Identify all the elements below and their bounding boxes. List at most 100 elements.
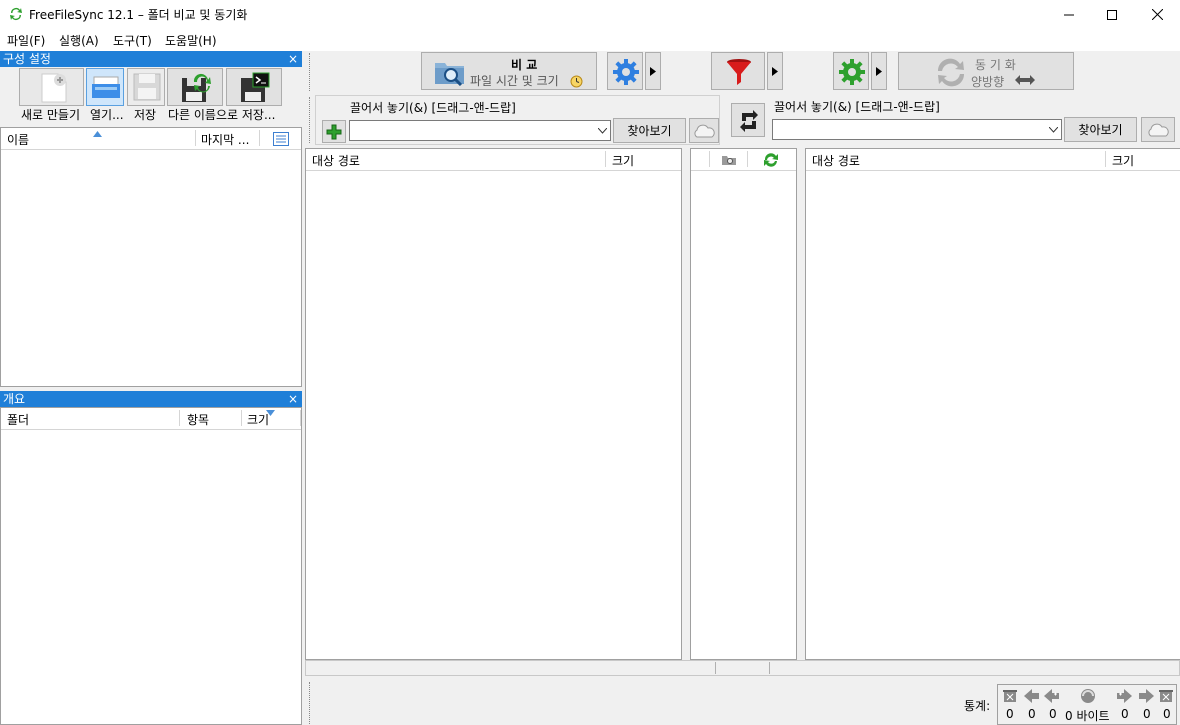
count-overwrite-left: 0 <box>1028 707 1036 721</box>
save-config-button[interactable] <box>127 68 165 106</box>
gear-blue-icon <box>613 59 639 85</box>
save-as-label: 다른 이름으로 저장... <box>168 108 276 122</box>
arrow-right-icon <box>650 67 656 76</box>
left-browse-label: 찾아보기 <box>627 124 672 138</box>
right-browse-button[interactable]: 찾아보기 <box>1064 117 1137 142</box>
left-grid-header: 대상 경로 크기 <box>306 149 681 171</box>
save-disk-icon <box>133 73 161 101</box>
sync-action-icon[interactable] <box>763 152 779 168</box>
new-config-button[interactable] <box>19 68 84 106</box>
right-drop-label: 끌어서 놓기(&) [드래그-앤-드랍] <box>774 100 940 114</box>
compare-settings-button[interactable] <box>607 52 643 90</box>
open-icon <box>92 76 120 98</box>
maximize-button[interactable] <box>1089 0 1135 29</box>
folder-pair-row: 끌어서 놓기(&) [드래그-앤-드랍] 찾아보기 끌어서 놓기(&) [드래그… <box>305 95 1180 145</box>
menu-file[interactable]: 파일(F) <box>7 32 45 49</box>
right-browse-label: 찾아보기 <box>1078 123 1123 137</box>
title-bar: FreeFileSync 12.1 – 폴더 비교 및 동기화 <box>0 0 1180 29</box>
menu-help[interactable]: 도움말(H) <box>165 32 217 49</box>
save-as-script-icon <box>241 72 270 102</box>
compare-variant: 파일 시간 및 크기 <box>470 74 559 88</box>
filter-funnel-icon <box>727 59 751 85</box>
sync-options-dropdown[interactable] <box>871 52 887 90</box>
right-grid-header: 대상 경로 크기 <box>806 149 1180 171</box>
freefilesync-app-icon <box>10 8 22 21</box>
add-plus-icon <box>326 124 342 140</box>
left-column-size[interactable]: 크기 <box>612 152 634 169</box>
right-column-path[interactable]: 대상 경로 <box>812 152 860 169</box>
right-column-size[interactable]: 크기 <box>1112 152 1134 169</box>
left-browse-button[interactable]: 찾아보기 <box>613 118 686 143</box>
config-list[interactable]: 이름 마지막 ... <box>0 127 302 387</box>
cloud-icon <box>694 124 715 137</box>
count-delete-left: 0 <box>1006 707 1014 721</box>
save-as-script-button[interactable] <box>226 68 282 106</box>
config-list-header: 이름 마지막 ... <box>1 128 301 150</box>
overwrite-left-icon <box>1024 689 1039 703</box>
swap-sides-button[interactable] <box>731 103 765 137</box>
clock-icon <box>570 75 583 88</box>
column-settings-icon[interactable] <box>273 132 289 146</box>
overview-panel-close-button[interactable]: × <box>288 391 298 407</box>
chevron-down-icon <box>598 128 607 134</box>
left-cloud-button[interactable] <box>689 118 719 143</box>
close-icon <box>1151 9 1163 20</box>
arrow-right-icon <box>772 67 778 76</box>
count-create-right: 0 <box>1121 707 1129 721</box>
save-as-batch-button[interactable] <box>167 68 223 106</box>
overview-panel-header: 개요 × <box>0 391 302 407</box>
compare-options-dropdown[interactable] <box>645 52 661 90</box>
compare-category-icon[interactable] <box>721 154 737 166</box>
sync-settings-button[interactable] <box>833 52 869 90</box>
right-file-grid[interactable]: 대상 경로 크기 <box>805 148 1180 660</box>
compare-magnifier-icon <box>435 63 464 86</box>
close-button[interactable] <box>1134 0 1180 29</box>
sort-ascending-icon <box>93 131 102 137</box>
menu-bar: 파일(F) 실행(A) 도구(T) 도움말(H) <box>0 29 1180 51</box>
folder-row-grip[interactable] <box>309 97 312 143</box>
left-folder-panel: 끌어서 놓기(&) [드래그-앤-드랍] 찾아보기 <box>315 95 720 145</box>
main-toolbar: 비 교 파일 시간 및 크기 동 기 화 양방향 <box>305 51 1180 93</box>
menu-tools[interactable]: 도구(T) <box>113 32 152 49</box>
column-last-sync[interactable]: 마지막 ... <box>201 131 249 148</box>
minimize-button[interactable] <box>1046 0 1092 29</box>
create-right-icon <box>1117 689 1132 703</box>
add-folder-pair-button[interactable] <box>322 120 346 143</box>
filter-options-dropdown[interactable] <box>767 52 783 90</box>
statistics-box: 0 0 0 0 바이트 0 0 0 <box>997 684 1177 725</box>
left-drop-label: 끌어서 놓기(&) [드래그-앤-드랍] <box>350 101 516 115</box>
config-panel-close-button[interactable]: × <box>288 51 298 67</box>
overview-header: 폴더 항목 크기 <box>1 408 301 430</box>
compare-title: 비 교 <box>511 58 538 72</box>
overview-tree[interactable]: 폴더 항목 크기 <box>0 407 302 725</box>
left-folder-path-combo[interactable] <box>349 120 611 141</box>
column-items[interactable]: 항목 <box>187 411 209 428</box>
config-panel-header: 구성 설정 × <box>0 51 302 67</box>
synchronize-button[interactable]: 동 기 화 양방향 <box>898 52 1074 90</box>
config-panel: 구성 설정 × 새로 만들기 열기... 저장 다른 이름으로 저장... 이름… <box>0 51 302 387</box>
left-column-path[interactable]: 대상 경로 <box>312 152 360 169</box>
open-config-button[interactable] <box>86 68 124 106</box>
new-file-icon <box>41 73 67 103</box>
overview-panel-title: 개요 <box>3 392 26 406</box>
statistics-grip[interactable] <box>309 682 312 724</box>
count-create-left: 0 <box>1049 707 1057 721</box>
filter-button[interactable] <box>711 52 765 90</box>
data-size-icon <box>1081 689 1095 703</box>
right-cloud-button[interactable] <box>1141 117 1175 142</box>
overview-panel: 개요 × 폴더 항목 크기 <box>0 391 302 725</box>
right-folder-path-combo[interactable] <box>772 119 1062 140</box>
menu-run[interactable]: 실행(A) <box>59 32 99 49</box>
column-folder[interactable]: 폴더 <box>7 411 29 428</box>
sync-variant: 양방향 <box>971 75 1005 89</box>
middle-action-grid[interactable] <box>690 148 797 660</box>
overwrite-right-icon <box>1139 689 1154 703</box>
grid-status-strip <box>305 660 1180 676</box>
create-left-icon <box>1044 689 1059 703</box>
sync-arrows-icon <box>937 58 965 87</box>
left-file-grid[interactable]: 대상 경로 크기 <box>305 148 682 660</box>
compare-button[interactable]: 비 교 파일 시간 및 크기 <box>421 52 597 90</box>
toolbar-grip[interactable] <box>309 53 312 91</box>
column-name[interactable]: 이름 <box>7 131 29 148</box>
gear-green-icon <box>839 59 865 85</box>
